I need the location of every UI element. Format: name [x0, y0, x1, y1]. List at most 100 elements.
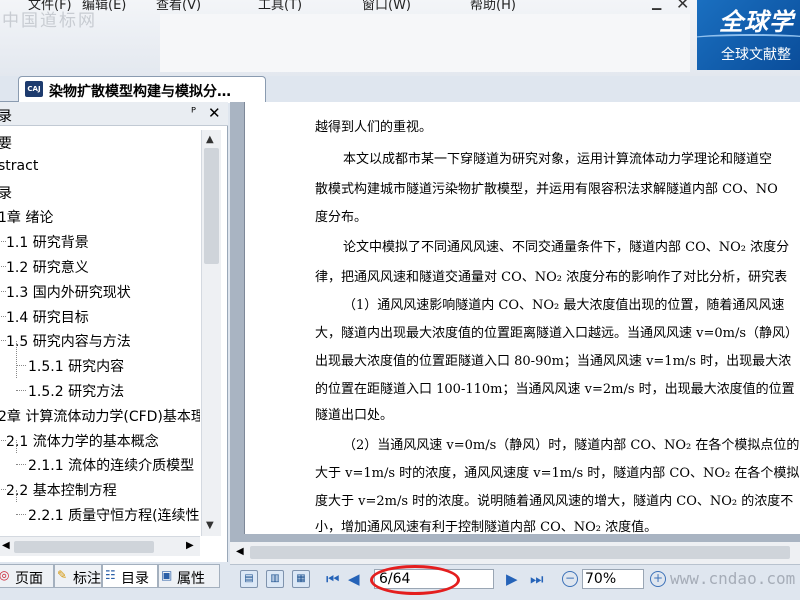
document-text-line: 越得到人们的重视。 — [315, 120, 433, 135]
facing-view-icon[interactable]: ▦ — [292, 570, 310, 588]
tree-connector — [16, 464, 26, 466]
toc-item[interactable]: 录 — [0, 180, 200, 204]
toc-item-label: 1章 绪论 — [0, 210, 54, 227]
tab-toc-label: 目录 — [121, 571, 149, 587]
document-text-line: 律，把通风风速和隧道交通量对 CO、NO₂ 浓度分布的影响作了对比分析，研究表 — [315, 270, 788, 285]
menu-tools[interactable]: 工具(T) — [258, 0, 302, 13]
scroll-thumb[interactable] — [14, 541, 154, 553]
toc-item[interactable]: 2.2 基本控制方程 — [0, 477, 200, 501]
first-page-icon[interactable]: ⏮ — [326, 570, 340, 588]
brand-subtitle: 全球文献整 — [721, 47, 791, 63]
scroll-left-icon[interactable]: ◀ — [2, 540, 10, 551]
toc-panel: 录 ᴾ ✕ 要 stract 录 1章 绪论 1.1 研究背景 1.2 研究意义 1.3 国… — [0, 102, 228, 562]
toc-item[interactable]: 1.5.1 研究内容 — [0, 353, 200, 377]
toc-item-label: 要 — [0, 136, 12, 152]
single-page-view-icon[interactable]: ▤ — [240, 570, 258, 588]
toc-item-label: stract — [0, 157, 39, 174]
tab-properties[interactable]: ▣ 属性 — [158, 564, 220, 588]
document-tab-strip: CAJ 染物扩散模型构建与模拟分… — [0, 76, 800, 103]
brand-logo: 全球学 — [719, 8, 794, 36]
scroll-down-icon[interactable]: ▼ — [206, 520, 214, 531]
toc-item-label: 2.1.1 流体的连续介质模型 — [28, 458, 195, 475]
toc-item[interactable]: 1.5 研究内容与方法 — [0, 328, 200, 352]
document-text-line: 度分布。 — [315, 210, 368, 225]
toc-item-label: 1.2 研究意义 — [6, 260, 89, 276]
toc-item[interactable]: 1.4 研究目标 — [0, 304, 200, 328]
document-tab[interactable]: CAJ 染物扩散模型构建与模拟分… — [18, 76, 266, 103]
toc-item-label: 1.5.2 研究方法 — [28, 384, 125, 400]
document-text-line: 的位置在距隧道入口 100-110m；当通风风速 v=2m/s 时，出现最大浓度… — [315, 382, 795, 397]
close-icon[interactable]: ✕ — [676, 0, 689, 13]
toc-item[interactable]: 1.3 国内外研究现状 — [0, 279, 200, 303]
toc-item-label: 录 — [0, 185, 12, 202]
document-text-line: 大，隧道内出现最大浓度值的位置距离隧道入口越远。当通风风速 v=0m/s（静风） — [315, 326, 799, 341]
document-text-line: （2）当通风风速 v=0m/s（静风）时，隧道内部 CO、NO₂ 在各个模拟点位… — [343, 438, 800, 453]
panel-close-icon[interactable]: ✕ — [208, 104, 221, 122]
document-text-line: 度大于 v=2m/s 时的浓度。说明随着通风风速的增大，隧道内 CO、NO₂ 的… — [315, 494, 794, 509]
toc-item[interactable]: 要 — [0, 130, 200, 154]
toc-horizontal-scrollbar[interactable]: ◀ ▶ — [0, 536, 200, 556]
toc-item[interactable]: 2章 计算流体动力学(CFD)基本理 — [0, 403, 200, 427]
document-horizontal-scrollbar[interactable]: ◀ — [230, 542, 800, 564]
toc-item-label: 1.5 研究内容与方法 — [6, 334, 131, 351]
scroll-left-icon[interactable]: ◀ — [236, 546, 244, 557]
pencil-icon: ✎ — [57, 568, 68, 582]
tree-guide — [16, 340, 17, 379]
document-viewport[interactable]: 越得到人们的重视。本文以成都市某一下穿隧道为研究对象，运用计算流体动力学理论和隧… — [230, 102, 800, 564]
zoom-input[interactable] — [582, 569, 644, 589]
tab-pages[interactable]: ◎ 页面 — [0, 564, 54, 588]
toc-item-label: 1.1 研究背景 — [6, 235, 89, 252]
menu-window[interactable]: 窗口(W) — [362, 0, 411, 13]
scroll-up-icon[interactable]: ▲ — [206, 134, 214, 145]
document-text-line: 大于 v=1m/s 时的浓度，通风风速度 v=1m/s 时，隧道内部 CO、NO… — [315, 466, 800, 481]
next-page-icon[interactable]: ▶ — [506, 570, 518, 588]
tree-connector — [16, 390, 26, 391]
scroll-right-icon[interactable]: ▶ — [186, 540, 194, 551]
toc-item[interactable]: 2.1.1 流体的连续介质模型 — [0, 452, 200, 476]
document-text-line: 论文中模拟了不同通风风速、不同交通量条件下，隧道内部 CO、NO₂ 浓度分 — [343, 240, 790, 255]
toc-item[interactable]: 2.1 流体力学的基本概念 — [0, 428, 200, 452]
document-text-line: （1）通风风速影响隧道内 CO、NO₂ 最大浓度值出现的位置，随着通风风速 — [343, 298, 785, 313]
document-text-line: 本文以成都市某一下穿隧道为研究对象，运用计算流体动力学理论和隧道空 — [343, 152, 773, 167]
scroll-thumb[interactable] — [204, 148, 219, 264]
toc-item[interactable]: 2.2.1 质量守恒方程(连续性 — [0, 502, 200, 526]
menu-view[interactable]: 查看(V) — [156, 0, 201, 13]
toc-item-label: 2.1 流体力学的基本概念 — [6, 433, 159, 450]
tab-properties-label: 属性 — [177, 571, 205, 587]
tree-connector — [16, 365, 26, 367]
properties-icon: ▣ — [161, 568, 173, 582]
zoom-out-button[interactable]: − — [562, 571, 578, 587]
tab-divider — [0, 90, 18, 102]
caj-file-icon: CAJ — [25, 81, 43, 97]
toc-item-label: 1.4 研究目标 — [6, 309, 89, 326]
tab-toc[interactable]: ☷ 目录 — [102, 564, 158, 588]
toolbar — [160, 14, 690, 72]
minimize-icon[interactable]: ▁ — [652, 0, 661, 10]
document-text-line: 出现最大浓度值的位置距隧道入口 80-90m；当通风风速 v=1m/s 时，出现… — [315, 354, 792, 369]
last-page-icon[interactable]: ⏭ — [530, 570, 544, 588]
toc-item[interactable]: 1.5.2 研究方法 — [0, 378, 200, 402]
toc-item-label: 1.5.1 研究内容 — [28, 359, 125, 376]
watermark: 中国道标网 — [2, 11, 97, 31]
tab-annotations[interactable]: ✎ 标注 — [54, 564, 102, 588]
document-tab-title: 染物扩散模型构建与模拟分… — [49, 84, 231, 100]
brand-banner[interactable]: 全球学 全球文献整 — [697, 0, 800, 70]
document-text-line: 隧道出口处。 — [315, 408, 394, 423]
pin-icon[interactable]: ᴾ — [191, 106, 196, 121]
zoom-in-button[interactable]: + — [650, 571, 666, 587]
previous-page-icon[interactable]: ◀ — [348, 570, 360, 588]
menu-help[interactable]: 帮助(H) — [470, 0, 516, 13]
pages-icon: ◎ — [0, 568, 10, 582]
panel-tabs: ◎ 页面 ✎ 标注 ☷ 目录 ▣ 属性 — [0, 562, 232, 590]
toc-item[interactable]: 1.1 研究背景 — [0, 229, 200, 253]
toc-panel-header: 录 ᴾ ✕ — [0, 102, 228, 126]
document-text-line: 散模式构建城市隧道污染物扩散模型，并运用有限容积法求解隧道内部 CO、NO — [315, 182, 778, 197]
toc-item[interactable]: stract — [0, 155, 200, 179]
tree-connector — [16, 514, 26, 515]
continuous-view-icon[interactable]: ▥ — [266, 570, 284, 588]
scroll-thumb[interactable] — [250, 546, 790, 559]
toc-item-label: 2章 计算流体动力学(CFD)基本理 — [0, 408, 200, 425]
toc-item[interactable]: 1章 绪论 — [0, 204, 200, 228]
toc-item[interactable]: 1.2 研究意义 — [0, 254, 200, 278]
toc-vertical-scrollbar[interactable]: ▲ ▼ — [201, 130, 221, 536]
